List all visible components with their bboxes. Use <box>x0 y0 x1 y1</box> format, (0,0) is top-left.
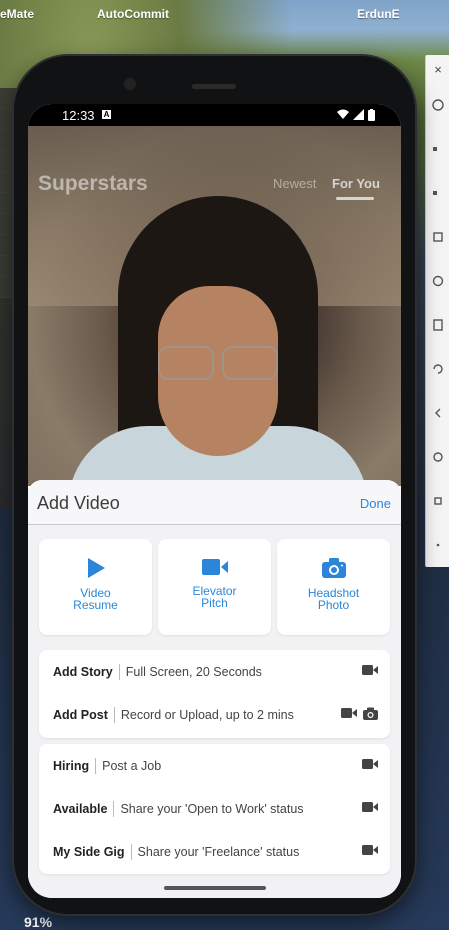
play-icon <box>87 558 105 578</box>
status-card: Hiring Post a Job Available Share your '… <box>39 744 390 874</box>
notification-badge: A <box>102 110 111 119</box>
sheet-header: Add Video Done <box>28 480 401 525</box>
done-button[interactable]: Done <box>360 496 391 511</box>
tile-label-line2: Pitch <box>201 596 228 610</box>
tile-label-line2: Resume <box>73 598 118 612</box>
battery-percent: 91% <box>24 914 53 930</box>
add-video-sheet: Add Video Done Video Resume Elevator Pit… <box>28 480 401 898</box>
front-camera <box>124 78 136 90</box>
emulator-toolbar: × <box>425 55 449 567</box>
video-resume-tile[interactable]: Video Resume <box>39 539 152 635</box>
home-indicator[interactable] <box>164 886 266 890</box>
headshot-photo-tile[interactable]: Headshot Photo <box>277 539 390 635</box>
hiring-row[interactable]: Hiring Post a Job <box>39 744 390 787</box>
camera-icon <box>363 707 378 720</box>
overview-icon[interactable] <box>426 479 449 523</box>
row-label: Add Post <box>53 707 108 722</box>
row-description: Share your 'Open to Work' status <box>120 801 304 816</box>
media-tiles: Video Resume Elevator Pitch Headshot Pho… <box>39 539 390 635</box>
camera-icon <box>321 558 346 578</box>
side-gig-row[interactable]: My Side Gig Share your 'Freelance' statu… <box>39 830 390 873</box>
story-post-card: Add Story Full Screen, 20 Seconds Add Po… <box>39 650 390 738</box>
battery-icon <box>368 109 375 121</box>
app-title: Superstars <box>38 172 148 195</box>
video-camera-icon <box>201 559 228 575</box>
more-icon[interactable] <box>426 523 449 567</box>
home-icon[interactable] <box>426 435 449 479</box>
row-label: Available <box>53 801 108 816</box>
row-description: Share your 'Freelance' status <box>137 844 300 859</box>
available-row[interactable]: Available Share your 'Open to Work' stat… <box>39 787 390 830</box>
menu-item-autocommit[interactable]: AutoCommit <box>97 7 169 21</box>
video-camera-icon <box>362 802 378 812</box>
tab-for-you[interactable]: For You <box>332 176 380 191</box>
row-label: My Side Gig <box>53 844 125 859</box>
volume-down-icon[interactable] <box>426 171 449 215</box>
zoom-icon[interactable] <box>426 347 449 391</box>
status-bar: 12:33 A <box>28 104 401 126</box>
rotate-right-icon[interactable] <box>426 259 449 303</box>
status-icons <box>337 109 375 121</box>
phone-screen: 12:33 A Superstars Newest For You Add Vi… <box>28 104 401 898</box>
video-camera-icon <box>362 665 378 675</box>
tab-newest[interactable]: Newest <box>273 176 316 191</box>
row-label: Hiring <box>53 758 90 773</box>
menu-bar: eMate AutoCommit ErdunE <box>0 0 449 26</box>
row-description: Post a Job <box>102 758 162 773</box>
wifi-icon <box>337 109 349 119</box>
add-story-row[interactable]: Add Story Full Screen, 20 Seconds <box>39 650 390 693</box>
screenshot-icon[interactable] <box>426 303 449 347</box>
active-tab-indicator <box>336 197 374 200</box>
menu-item-emate[interactable]: eMate <box>0 7 34 21</box>
power-icon[interactable] <box>426 83 449 127</box>
rotate-left-icon[interactable] <box>426 215 449 259</box>
phone-frame: 12:33 A Superstars Newest For You Add Vi… <box>14 56 415 914</box>
row-description: Record or Upload, up to 2 mins <box>120 707 294 722</box>
earpiece-speaker <box>192 84 236 89</box>
back-icon[interactable] <box>426 391 449 435</box>
menu-item-erdune[interactable]: ErdunE <box>357 7 400 21</box>
row-description: Full Screen, 20 Seconds <box>125 664 262 679</box>
video-camera-icon <box>362 759 378 769</box>
tile-label-line2: Photo <box>317 598 350 612</box>
status-time: 12:33 <box>62 108 95 123</box>
elevator-pitch-tile[interactable]: Elevator Pitch <box>158 539 271 635</box>
close-icon[interactable]: × <box>426 55 449 83</box>
video-camera-icon <box>341 708 357 718</box>
signal-icon <box>353 109 364 120</box>
volume-up-icon[interactable] <box>426 127 449 171</box>
video-preview[interactable]: Superstars Newest For You <box>28 126 401 486</box>
row-label: Add Story <box>53 664 113 679</box>
sheet-title: Add Video <box>37 493 120 513</box>
video-camera-icon <box>362 845 378 855</box>
add-post-row[interactable]: Add Post Record or Upload, up to 2 mins <box>39 693 390 736</box>
